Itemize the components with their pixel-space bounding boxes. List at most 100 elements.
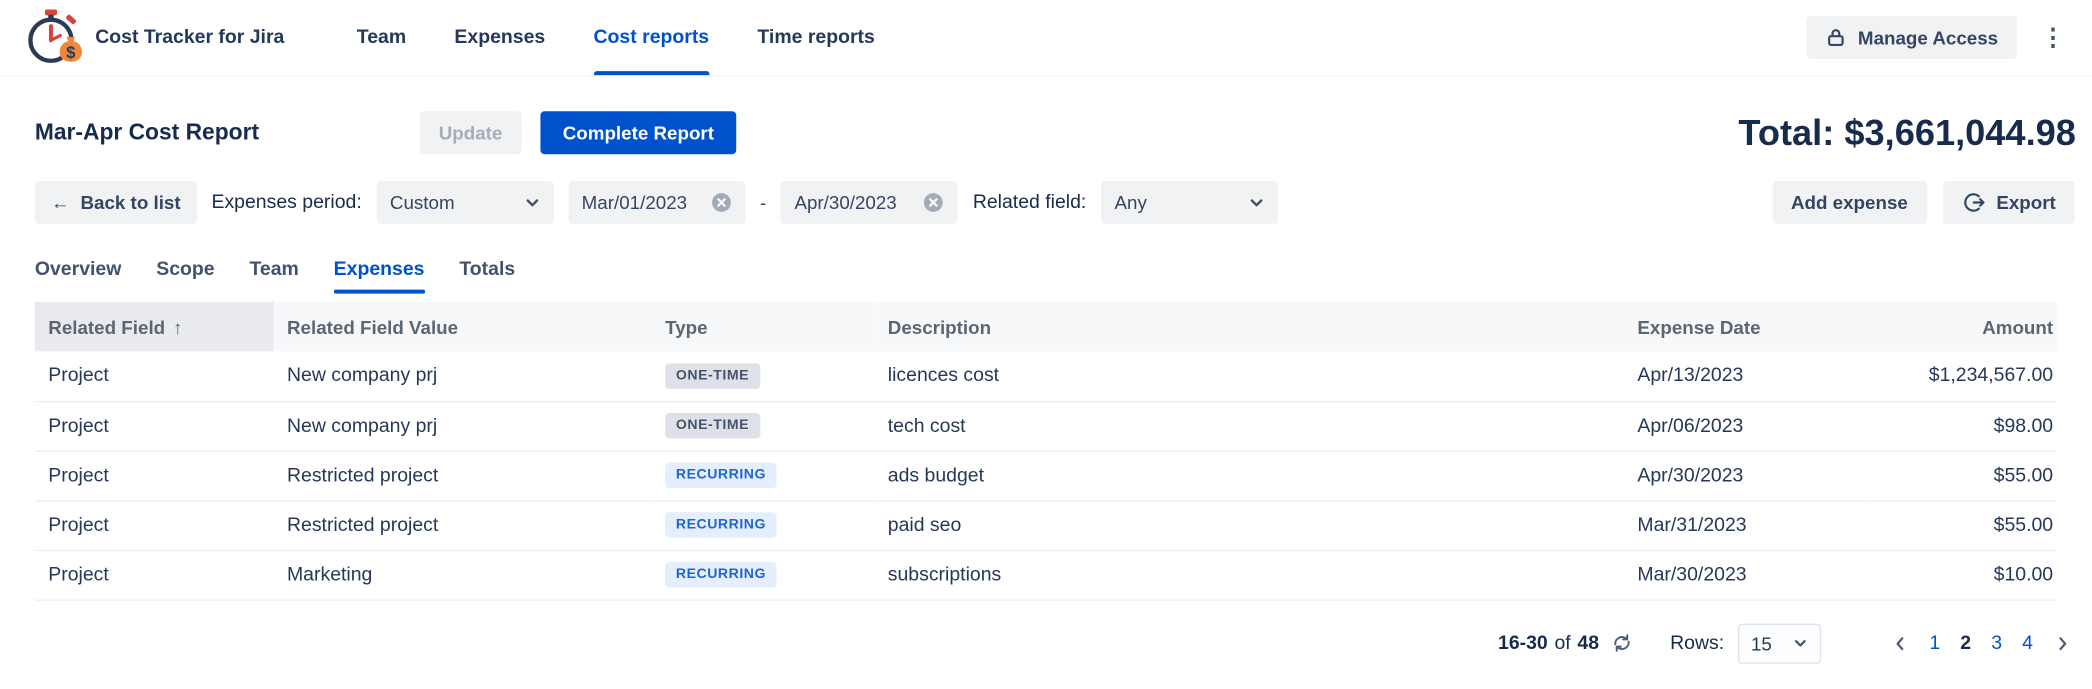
column-header-type[interactable]: Type [652,302,875,352]
clear-date-icon[interactable] [923,192,944,213]
export-icon [1961,190,1985,214]
back-to-list-button[interactable]: ← Back to list [35,181,197,224]
report-header: Mar-Apr Cost Report Update Complete Repo… [35,111,2076,154]
page-2-current[interactable]: 2 [1960,632,1971,653]
rows-per-page-label: Rows: [1670,632,1724,653]
cell-type: ONE-TIME [652,401,875,451]
cell-amount: $10.00 [1865,550,2057,600]
page-3[interactable]: 3 [1991,632,2002,653]
manage-access-label: Manage Access [1858,27,1998,48]
column-header-expense-date[interactable]: Expense Date [1624,302,1865,352]
export-label: Export [1996,192,2055,213]
report-tabs: Overview Scope Team Expenses Totals [35,259,2057,294]
tab-overview[interactable]: Overview [35,259,121,294]
cell-related-field: Project [35,500,274,550]
nav-expenses[interactable]: Expenses [454,0,545,75]
manage-access-button[interactable]: Manage Access [1807,16,2017,59]
next-page-icon[interactable] [2053,634,2072,653]
chevron-down-icon [1793,636,1808,651]
pagination: 1 2 3 4 [1890,632,2071,653]
cell-related-field-value: Restricted project [274,451,652,501]
cell-expense-date: Apr/13/2023 [1624,351,1865,401]
cell-related-field-value: New company prj [274,401,652,451]
page-4[interactable]: 4 [2022,632,2033,653]
clear-date-icon[interactable] [710,192,731,213]
add-expense-button[interactable]: Add expense [1772,181,1926,224]
cell-expense-date: Apr/06/2023 [1624,401,1865,451]
cell-amount: $98.00 [1865,401,2057,451]
cell-related-field-value: Restricted project [274,500,652,550]
period-select[interactable]: Custom [376,181,553,224]
column-header-related-field[interactable]: Related Field↑ [35,302,274,352]
cell-expense-date: Mar/31/2023 [1624,500,1865,550]
refresh-icon[interactable] [1611,632,1634,655]
page-1[interactable]: 1 [1929,632,1940,653]
cell-description: licences cost [874,351,1624,401]
filter-bar: ← Back to list Expenses period: Custom M… [35,181,2075,224]
cell-amount: $55.00 [1865,500,2057,550]
expenses-table: Related Field↑ Related Field Value Type … [35,302,2057,600]
related-field-label: Related field: [973,192,1087,213]
export-button[interactable]: Export [1943,181,2075,224]
cell-related-field: Project [35,401,274,451]
cell-type: RECURRING [652,500,875,550]
date-to-value: Apr/30/2023 [794,192,896,213]
column-header-related-field-value[interactable]: Related Field Value [274,302,652,352]
type-badge: RECURRING [665,463,777,488]
table-header-row: Related Field↑ Related Field Value Type … [35,302,2057,352]
cell-type: ONE-TIME [652,351,875,401]
table-row: Project New company prj ONE-TIME licence… [35,351,2057,401]
tab-scope[interactable]: Scope [156,259,214,294]
complete-report-button[interactable]: Complete Report [540,111,737,154]
table-row: Project Restricted project RECURRING ads… [35,451,2057,501]
chevron-down-icon [1249,194,1265,210]
total-value: $3,661,044.98 [1844,112,2076,152]
type-badge: ONE-TIME [665,363,760,388]
cell-related-field: Project [35,451,274,501]
report-total: Total: $3,661,044.98 [1738,112,2075,154]
nav-time-reports[interactable]: Time reports [757,0,874,75]
column-header-amount[interactable]: Amount [1865,302,2057,352]
tab-team[interactable]: Team [249,259,298,294]
range-of-label: of [1554,632,1570,653]
lock-icon [1826,27,1847,48]
app-window: $ Cost Tracker for Jira Team Expenses Co… [0,0,2092,689]
date-range-separator: - [760,192,766,213]
table-row: Project Restricted project RECURRING pai… [35,500,2057,550]
rows-per-page-select[interactable]: 15 [1738,623,1821,663]
cell-expense-date: Apr/30/2023 [1624,451,1865,501]
nav-team[interactable]: Team [357,0,406,75]
previous-page-icon[interactable] [1890,634,1909,653]
table-row: Project New company prj ONE-TIME tech co… [35,401,2057,451]
tab-totals[interactable]: Totals [459,259,515,294]
cell-related-field: Project [35,550,274,600]
related-field-select[interactable]: Any [1101,181,1278,224]
period-select-value: Custom [390,192,455,213]
tab-expenses[interactable]: Expenses [334,259,425,294]
type-badge: ONE-TIME [665,413,760,438]
cell-related-field-value: Marketing [274,550,652,600]
kebab-menu-icon[interactable]: ⋮ [2030,23,2076,53]
cell-type: RECURRING [652,550,875,600]
back-arrow-icon: ← [51,192,70,213]
date-to-input[interactable]: Apr/30/2023 [781,181,958,224]
cell-expense-date: Mar/30/2023 [1624,550,1865,600]
type-badge: RECURRING [665,513,777,538]
type-badge: RECURRING [665,562,777,587]
nav-cost-reports[interactable]: Cost reports [594,0,710,75]
report-title: Mar-Apr Cost Report [35,119,259,146]
chevron-down-icon [524,194,540,210]
related-field-select-value: Any [1114,192,1146,213]
filter-actions: Add expense Export [1772,181,2074,224]
main-nav: Team Expenses Cost reports Time reports [357,0,875,75]
expenses-period-label: Expenses period: [211,192,361,213]
cell-amount: $55.00 [1865,451,2057,501]
cell-description: tech cost [874,401,1624,451]
column-header-description[interactable]: Description [874,302,1624,352]
date-from-input[interactable]: Mar/01/2023 [568,181,745,224]
header-actions: Manage Access ⋮ [1807,16,2076,59]
app-logo-icon: $ [21,9,83,65]
update-button[interactable]: Update [420,111,521,154]
cell-related-field: Project [35,351,274,401]
total-label: Total: [1738,112,1834,152]
